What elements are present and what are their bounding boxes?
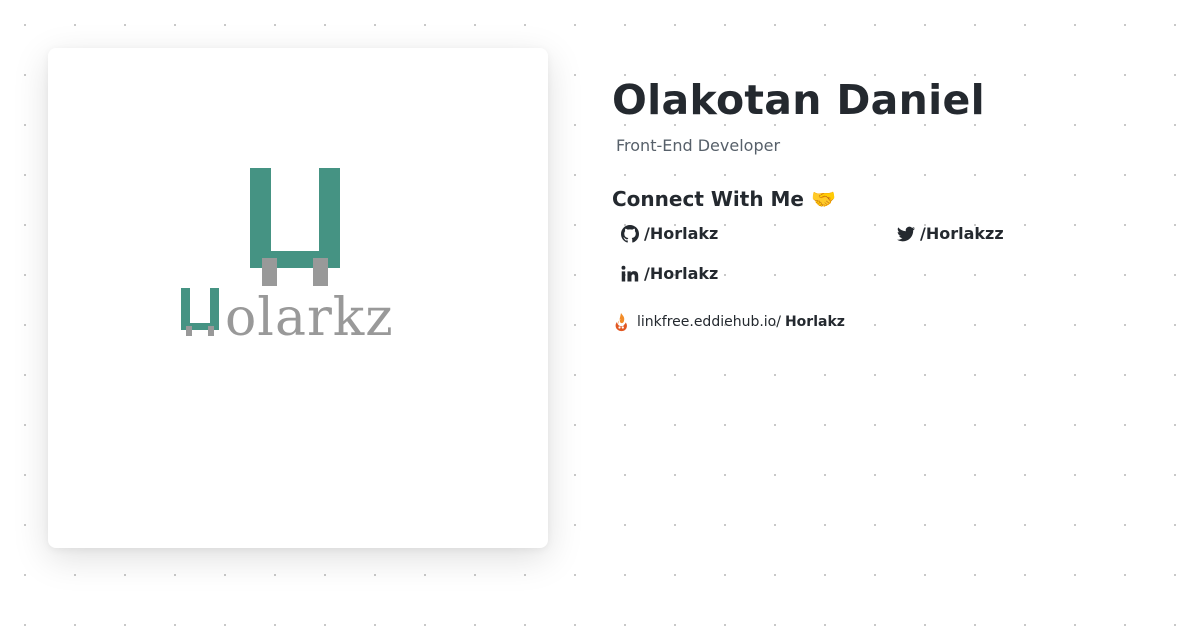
github-link[interactable]: /Horlakz: [621, 222, 718, 246]
twitter-handle: /Horlakzz: [920, 224, 1004, 243]
twitter-link[interactable]: /Horlakzz: [897, 222, 1004, 246]
svg-text:olarkz: olarkz: [225, 288, 394, 346]
social-links: /Horlakz /Horlakzz /Horlakz: [612, 222, 1172, 306]
linkedin-link[interactable]: /Horlakz: [621, 262, 718, 286]
connect-heading: Connect With Me 🤝: [612, 187, 836, 211]
linkfree-icon: [615, 313, 627, 332]
twitter-icon: [897, 226, 915, 242]
linkedin-icon: [621, 265, 639, 282]
profile-role: Front-End Developer: [616, 136, 781, 155]
profile-name: Olakotan Daniel: [612, 76, 985, 124]
linkedin-handle: /Horlakz: [644, 264, 719, 283]
profile-image-card: olarkz: [48, 48, 548, 548]
profile-info: Olakotan Daniel Front-End Developer Conn…: [612, 74, 1172, 332]
github-handle: /Horlakz: [644, 224, 719, 243]
github-icon: [621, 225, 639, 243]
linkfree-prefix: linkfree.eddiehub.io/: [637, 314, 781, 330]
linkfree-username: Horlakz: [784, 314, 845, 330]
linkfree-link[interactable]: linkfree.eddiehub.io/ Horlakz: [612, 312, 1172, 332]
horlarkz-logo: olarkz: [181, 168, 394, 346]
